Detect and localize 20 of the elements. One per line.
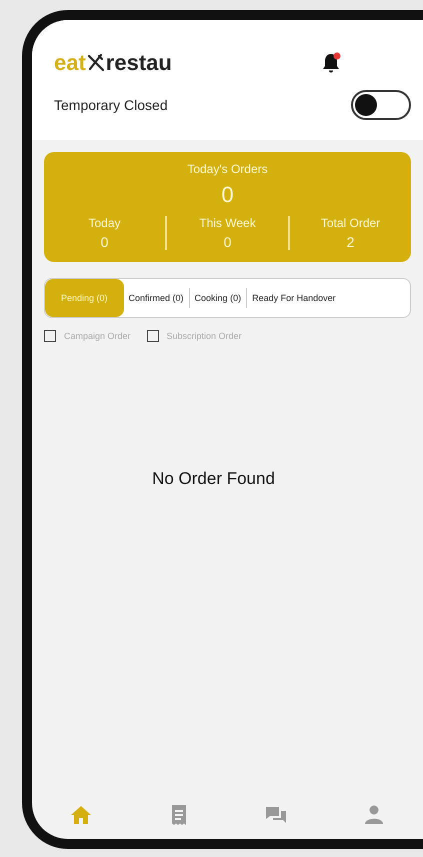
stat-value: 2 <box>346 234 354 250</box>
status-tab[interactable]: Confirmed (0) <box>124 279 189 317</box>
logo-text: eat <box>54 50 86 76</box>
empty-message: No Order Found <box>152 469 275 490</box>
order-count: 0 <box>221 182 234 208</box>
logo-text: restau <box>106 50 172 76</box>
stat-label: This Week <box>199 216 256 230</box>
card-title: Today's Orders <box>187 162 268 176</box>
checkbox-label: Campaign Order <box>64 331 131 341</box>
stat-label: Total Order <box>320 216 380 230</box>
stat-value: 0 <box>100 234 108 250</box>
status-tab[interactable]: Ready For Handover <box>247 279 341 317</box>
status-tab[interactable]: Cooking (0) <box>190 279 246 317</box>
checkbox[interactable] <box>146 330 159 342</box>
checkbox-label: Subscription Order <box>166 331 242 341</box>
stat-value: 0 <box>224 234 232 250</box>
stat-label: Today <box>88 216 121 230</box>
temporary-closed-label: Temporary Closed <box>54 97 168 113</box>
checkbox[interactable] <box>44 330 56 342</box>
toggle-switch[interactable] <box>351 90 411 120</box>
